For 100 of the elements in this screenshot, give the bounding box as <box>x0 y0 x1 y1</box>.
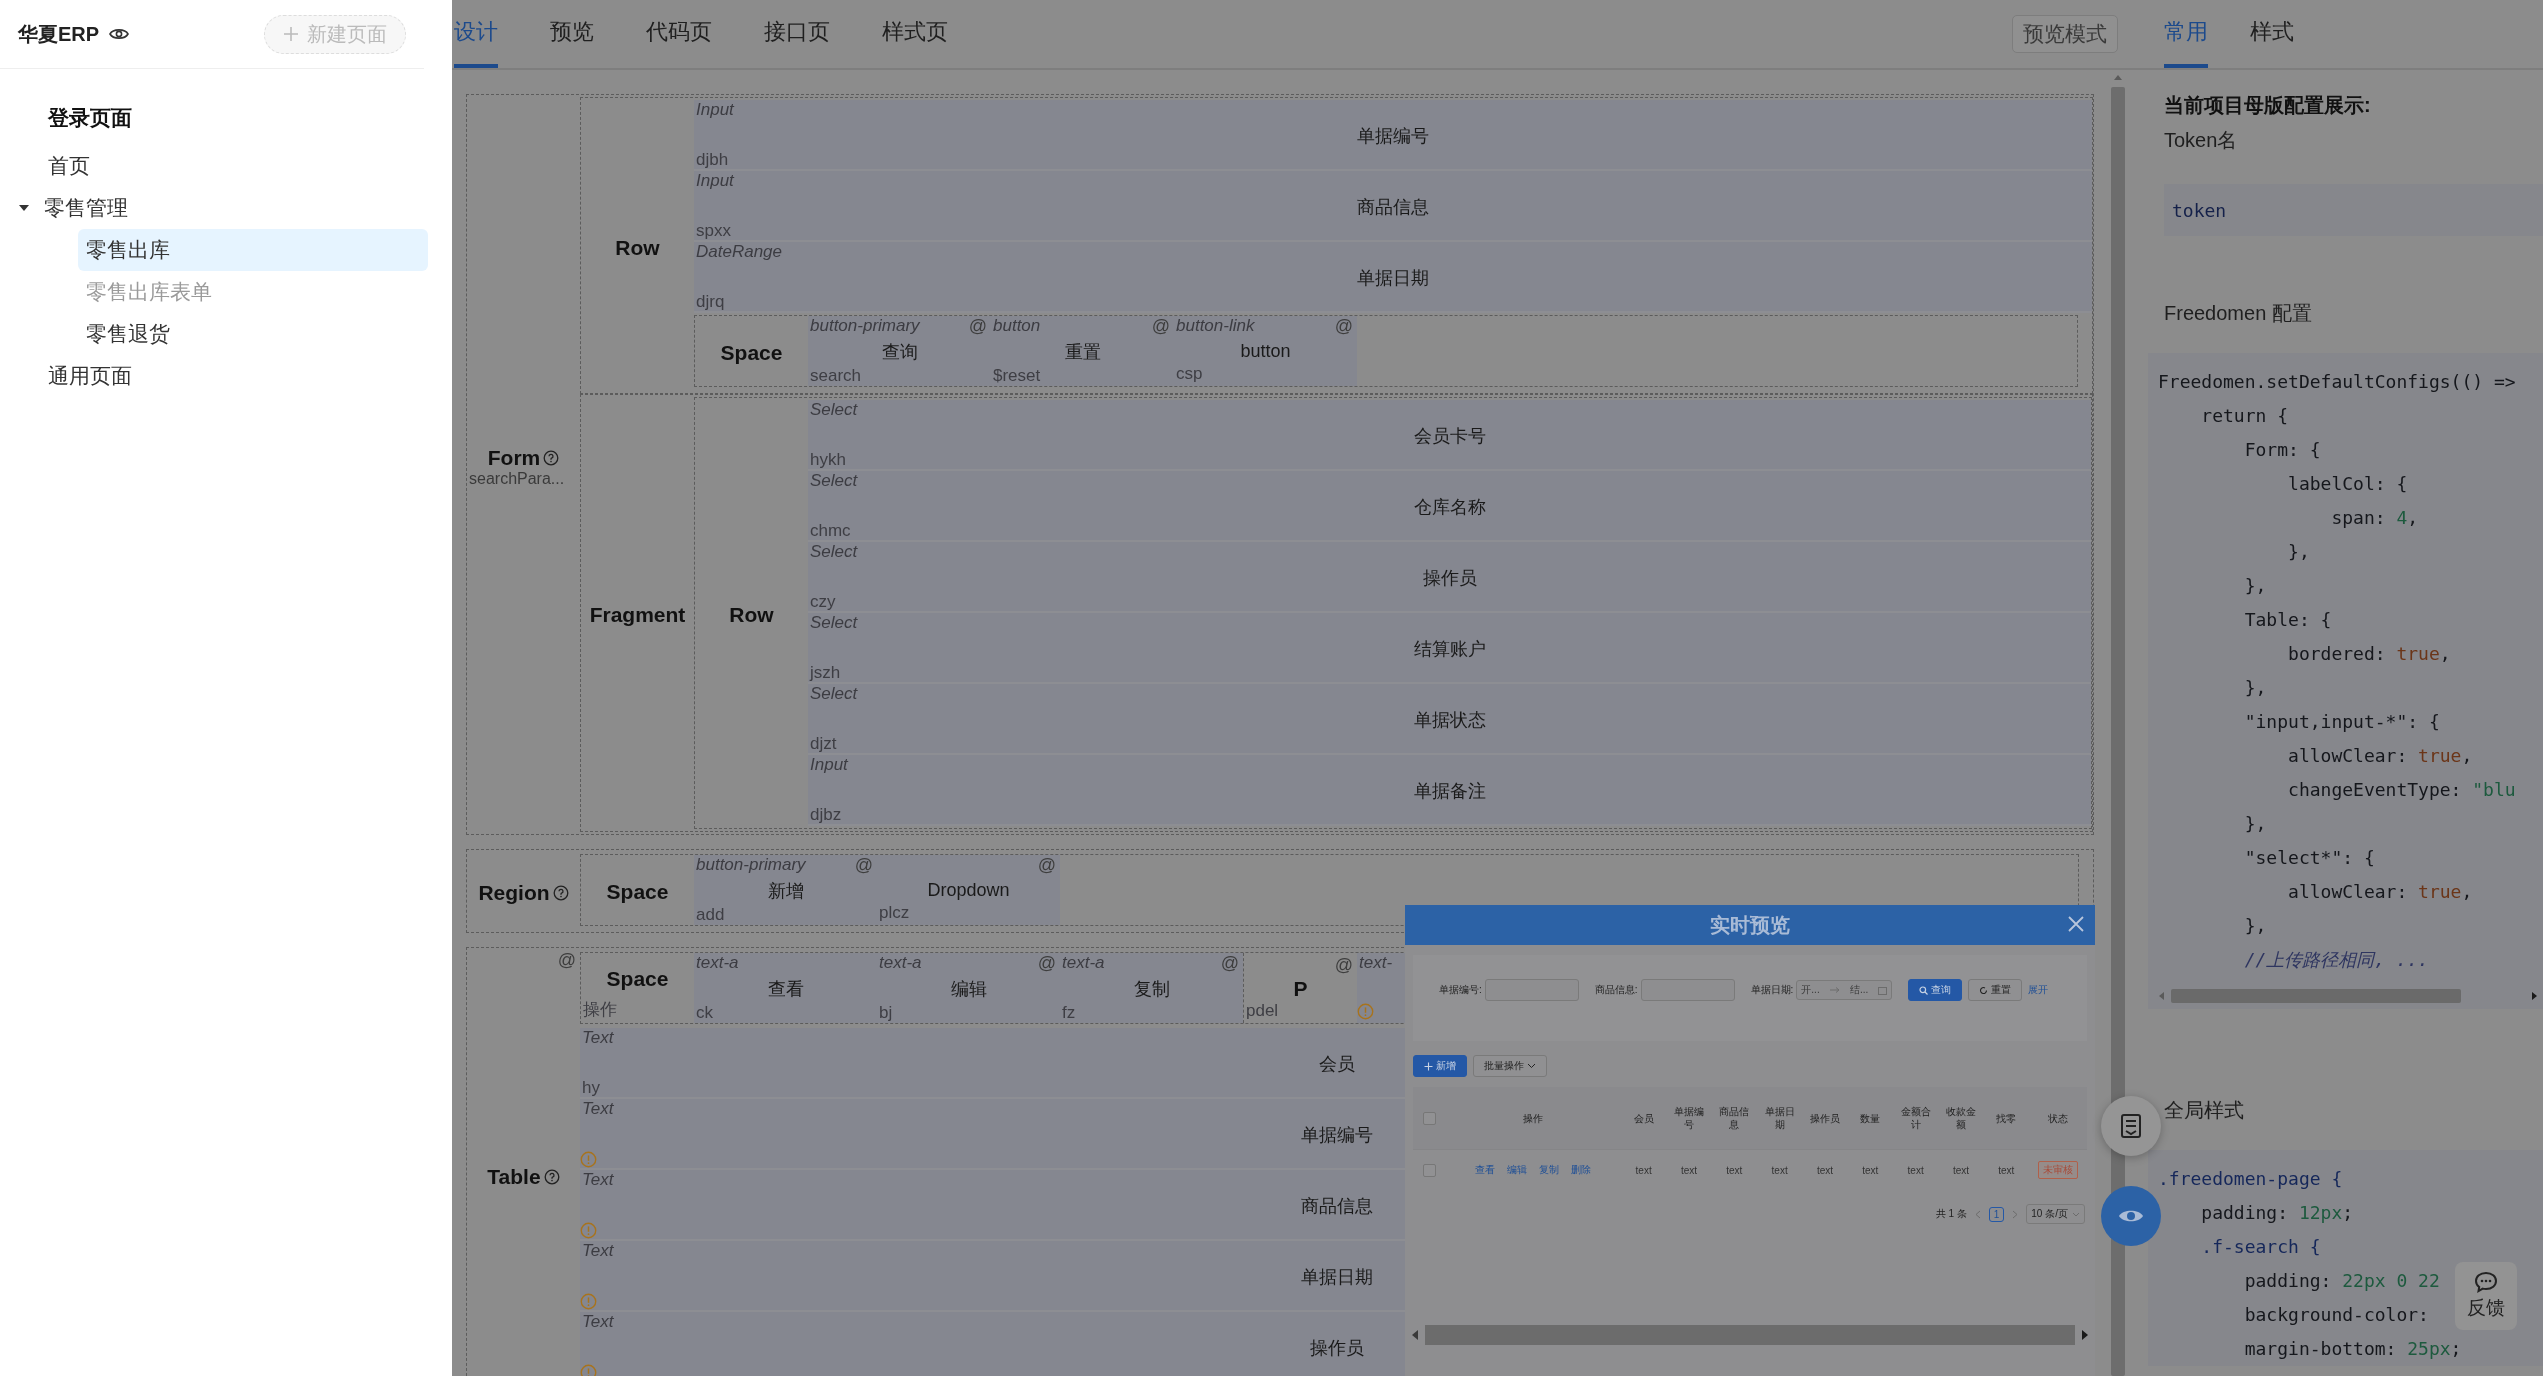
field-label: 操作员 <box>1309 1337 1364 1360</box>
anchor-mark: @ <box>1037 855 1057 875</box>
anchor-mark: @ <box>557 950 577 971</box>
column-header: 收款金额 <box>1945 1105 1977 1131</box>
column-header: 单据日期 <box>1763 1105 1796 1131</box>
component-label: Space <box>606 880 669 904</box>
form-item-slot[interactable]: Select 结算账户 jszh <box>808 613 2091 684</box>
tab[interactable]: 常用 <box>2164 0 2208 68</box>
component-slot[interactable]: button-primary @ 查询 search <box>808 316 991 386</box>
field-name: csp <box>1175 364 1203 384</box>
form-item-slot[interactable]: Input 单据编号 djbh <box>694 100 2092 171</box>
tree-item[interactable]: 零售出库 <box>78 229 428 271</box>
column-header: 状态 <box>2048 1111 2068 1125</box>
code-line: padding: 12px; <box>2200 1201 2354 1225</box>
code-line: }, <box>2243 676 2267 700</box>
form-item-slot[interactable]: Select 单据状态 djzt <box>808 684 2091 755</box>
field-label: 会员卡号 <box>1413 425 1486 448</box>
tab[interactable]: 代码页 <box>646 0 712 68</box>
field-label: 仓库名称 <box>1413 496 1486 519</box>
tree-item[interactable]: 零售退货 <box>78 313 428 355</box>
tab[interactable]: 预览 <box>550 0 594 68</box>
component-label: Space <box>606 966 669 991</box>
form-item-slot[interactable]: Input 单据备注 djbz <box>808 755 2091 826</box>
tab[interactable]: 设计 <box>454 0 498 68</box>
component-slot[interactable]: button-primary @ 新增 add <box>694 855 877 925</box>
column-header: 会员 <box>1633 1111 1654 1125</box>
field-label: 操作员 <box>1422 567 1477 590</box>
total-count: 共 1 条 <box>1935 1207 1967 1221</box>
component-type: text-a <box>1061 953 1105 972</box>
component-type: Select <box>809 471 858 490</box>
field-label: 单据日期: <box>1750 983 1794 997</box>
field-name: plcz <box>878 903 910 923</box>
field-label: Dropdown <box>927 879 1010 901</box>
date-range-field[interactable]: 开... 结... <box>1796 980 1893 1000</box>
feedback-button[interactable]: 反馈 <box>2455 1262 2517 1330</box>
tab[interactable]: 样式 <box>2250 0 2294 68</box>
code-line: labelCol: { <box>2287 472 2408 496</box>
component-slot[interactable]: button-link @ button csp <box>1174 316 1357 386</box>
component-type: Text <box>581 1312 614 1331</box>
form-item-slot[interactable]: Select 操作员 czy <box>808 542 2091 613</box>
batch-dropdown[interactable]: 批量操作 <box>1473 1055 1547 1077</box>
search-button[interactable]: 查询 <box>1908 979 1963 1001</box>
page-size-select[interactable]: 10 条/页 <box>2026 1204 2085 1224</box>
column-header: 操作 <box>1523 1111 1543 1125</box>
form-item-slot[interactable]: Input 商品信息 spxx <box>694 171 2092 242</box>
field-label: 单据编号: <box>1439 983 1482 997</box>
component-type: text-a <box>695 953 739 972</box>
preview-mode-button[interactable]: 预览模式 <box>2012 15 2118 53</box>
component-type: Text <box>581 1099 614 1118</box>
page-button[interactable]: 1 <box>1988 1206 2005 1222</box>
tree-item[interactable]: 登录页面 <box>0 91 452 145</box>
component-slot[interactable]: @ Dropdown plcz <box>877 855 1060 925</box>
code-line: }, <box>2243 812 2267 836</box>
field-name: ck <box>695 1003 713 1023</box>
field-label: 重置 <box>1064 341 1101 364</box>
anchor-mark: @ <box>1334 955 1354 976</box>
code-line: }, <box>2287 540 2310 564</box>
field-label: 单据状态 <box>1413 709 1486 732</box>
code-line: "select*": { <box>2243 846 2375 870</box>
component-slot[interactable]: button @ 重置 $reset <box>991 316 1174 386</box>
app-brand: 华夏ERP <box>18 21 100 47</box>
field-label: 单据编号 <box>1357 125 1429 148</box>
component-type: Text <box>581 1241 614 1260</box>
code-line: bordered: true, <box>2287 642 2451 666</box>
component-slot[interactable]: text-a 查看 ck <box>694 953 877 1023</box>
field-name: jszh <box>808 663 841 683</box>
code-line: margin-bottom: 25px; <box>2243 1337 2462 1361</box>
anchor-mark: @ <box>1037 953 1057 973</box>
component-slot[interactable]: text-a @ 编辑 bj <box>877 953 1060 1023</box>
tree-item[interactable]: 通用页面 <box>0 355 452 397</box>
section-title: 当前项目母版配置展示: <box>2164 93 2372 118</box>
reset-button[interactable]: 重置 <box>1968 979 2023 1001</box>
field-name: search <box>809 366 862 386</box>
form-item-slot[interactable]: Select 仓库名称 chmc <box>808 471 2091 542</box>
field-label: 编辑 <box>950 978 987 1001</box>
tab[interactable]: 接口页 <box>764 0 830 68</box>
component-type: DateRange <box>695 242 782 261</box>
code-line: changeEventType: "blu <box>2287 778 2516 802</box>
tree-item[interactable]: 首页 <box>0 145 452 187</box>
component-slot[interactable]: text-a @ 复制 fz <box>1060 953 1243 1023</box>
anchor-mark: @ <box>854 855 874 875</box>
anchor-mark: @ <box>1220 953 1240 973</box>
component-type: Text <box>581 1028 614 1047</box>
component-type: Select <box>809 400 858 419</box>
field-name: djrq <box>695 292 725 312</box>
expand-link[interactable]: 展开 <box>2028 983 2049 997</box>
form-item-slot[interactable]: DateRange 单据日期 djrq <box>694 242 2092 313</box>
code-line: "input,input-*": { <box>2243 710 2440 734</box>
form-item-slot[interactable]: Select 会员卡号 hykh <box>808 400 2091 471</box>
code-line: .freedomen-page { <box>2158 1167 2343 1191</box>
anchor-mark: @ <box>1334 316 1354 336</box>
field-name: djzt <box>809 734 837 754</box>
field-name: djbh <box>695 150 729 170</box>
field-label: 单据编号 <box>1300 1124 1373 1147</box>
tab[interactable]: 样式页 <box>882 0 948 68</box>
component-label: Form <box>487 445 541 470</box>
add-button[interactable]: 新增 <box>1413 1055 1467 1077</box>
tree-item[interactable]: 零售管理 <box>0 187 452 229</box>
field-label: 复制 <box>1133 978 1170 1001</box>
field-name: $reset <box>992 366 1041 386</box>
